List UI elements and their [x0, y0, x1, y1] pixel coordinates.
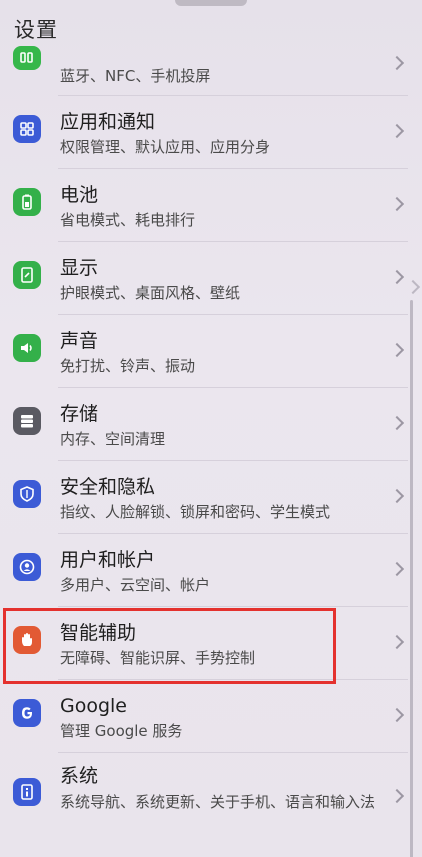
settings-item-title: 声音	[60, 330, 99, 352]
chevron-right-icon	[389, 196, 405, 212]
settings-item-title: 应用和通知	[60, 111, 156, 133]
speaker-icon	[13, 334, 41, 362]
settings-list: 蓝牙、NFC、手机投屏 应用和通知 权限管理、默认应用、应用分身 电池 省电模式…	[0, 46, 422, 839]
settings-item-subtitle: 护眼模式、桌面风格、壁纸	[60, 284, 241, 302]
settings-item-subtitle: 省电模式、耗电排行	[60, 211, 196, 229]
settings-item-subtitle: 指纹、人脸解锁、锁屏和密码、学生模式	[60, 503, 331, 521]
apps-grid-icon	[13, 115, 41, 143]
settings-item-subtitle: 蓝牙、NFC、手机投屏	[60, 67, 211, 85]
settings-item-device-connection[interactable]: 蓝牙、NFC、手机投屏	[0, 46, 422, 96]
battery-icon	[13, 188, 41, 216]
chevron-right-icon	[389, 55, 405, 71]
settings-item-title: 系统	[60, 765, 99, 787]
settings-item-apps-notifications[interactable]: 应用和通知 权限管理、默认应用、应用分身	[0, 96, 422, 169]
header: 设置	[0, 0, 422, 52]
chevron-right-icon	[389, 707, 405, 723]
chevron-right-icon	[389, 415, 405, 431]
scrollbar[interactable]	[410, 300, 413, 857]
system-info-icon	[13, 778, 41, 806]
settings-item-title: 安全和隐私	[60, 476, 156, 498]
chevron-right-icon	[389, 634, 405, 650]
settings-item-system[interactable]: 系统 系统导航、系统更新、关于手机、语言和输入法	[0, 753, 422, 839]
page-title: 设置	[14, 18, 58, 42]
chevron-right-icon	[389, 561, 405, 577]
settings-item-subtitle: 免打扰、铃声、振动	[60, 357, 196, 375]
settings-item-display[interactable]: 显示 护眼模式、桌面风格、壁纸	[0, 242, 422, 315]
settings-item-storage[interactable]: 存储 内存、空间清理	[0, 388, 422, 461]
settings-item-subtitle: 系统导航、系统更新、关于手机、语言和输入法	[60, 793, 376, 811]
settings-item-users-accounts[interactable]: 用户和帐户 多用户、云空间、帐户	[0, 534, 422, 607]
chevron-right-icon	[389, 123, 405, 139]
user-icon	[13, 553, 41, 581]
display-icon	[13, 261, 41, 289]
storage-icon	[13, 407, 41, 435]
chevron-right-icon	[389, 788, 405, 804]
chevron-right-icon	[389, 342, 405, 358]
settings-item-subtitle: 管理 Google 服务	[60, 722, 183, 740]
settings-item-subtitle: 内存、空间清理	[60, 430, 166, 448]
google-icon	[13, 699, 41, 727]
settings-item-title: Google	[60, 695, 128, 717]
settings-item-battery[interactable]: 电池 省电模式、耗电排行	[0, 169, 422, 242]
settings-screen: 设置 蓝牙、NFC、手机投屏 应用和通知 权限管理、默认应用、应用分身 电池 省…	[0, 0, 422, 857]
highlight-box	[3, 608, 336, 684]
chevron-right-icon	[389, 488, 405, 504]
settings-item-subtitle: 权限管理、默认应用、应用分身	[60, 138, 271, 156]
shield-icon	[13, 480, 41, 508]
settings-item-title: 存储	[60, 403, 99, 425]
chevron-right-icon	[389, 269, 405, 285]
settings-item-google[interactable]: Google 管理 Google 服务	[0, 680, 422, 753]
settings-item-title: 用户和帐户	[60, 549, 156, 571]
wireless-projection-icon	[13, 46, 41, 70]
settings-item-sound[interactable]: 声音 免打扰、铃声、振动	[0, 315, 422, 388]
settings-item-title: 电池	[60, 184, 99, 206]
settings-item-title: 显示	[60, 257, 99, 279]
settings-item-security-privacy[interactable]: 安全和隐私 指纹、人脸解锁、锁屏和密码、学生模式	[0, 461, 422, 534]
settings-item-subtitle: 多用户、云空间、帐户	[60, 576, 211, 594]
